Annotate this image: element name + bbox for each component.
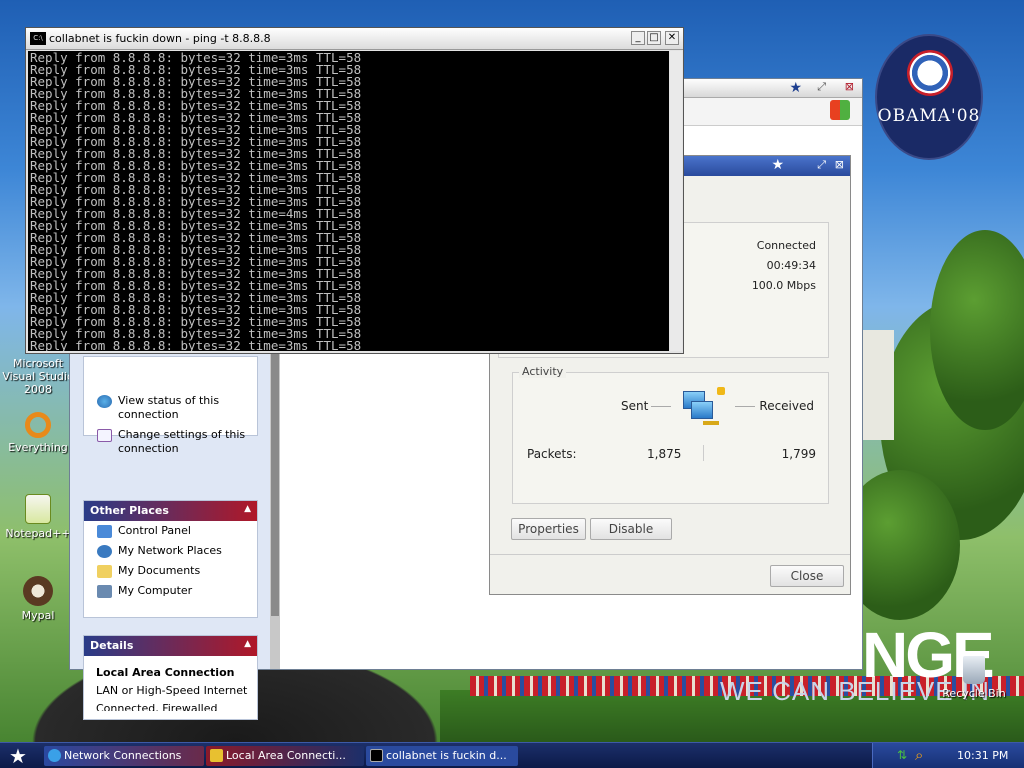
place-label: My Network Places	[118, 544, 222, 557]
everything-search-icon	[25, 412, 51, 438]
connection-speed-value: 100.0 Mbps	[751, 279, 816, 292]
computer-icon	[97, 585, 112, 598]
desktop-icon-recycle-bin[interactable]: Recycle Bin	[938, 656, 1010, 700]
desktop-icon-label: Everything	[8, 441, 68, 454]
taskbar: ★ Network Connections Local Area Connect…	[0, 742, 1024, 768]
network-places-icon	[97, 545, 112, 558]
divider	[490, 554, 850, 555]
white-house-column	[862, 330, 894, 440]
place-label: My Computer	[118, 584, 193, 597]
taskbar-item-label: Local Area Connecti...	[226, 749, 346, 762]
collapse-icon[interactable]: ▲	[244, 639, 251, 649]
star-icon: ★	[771, 157, 784, 173]
campaign-logo-emblem	[907, 50, 953, 96]
taskbar-item-network-connections[interactable]: Network Connections	[44, 746, 204, 766]
disable-button[interactable]: Disable	[590, 518, 672, 540]
notepad-plus-plus-icon	[25, 494, 51, 524]
activity-group: Activity Sent Received Packets: 1,875 1,…	[512, 365, 829, 504]
campaign-logo-text: OBAMA'08	[877, 106, 981, 126]
network-icon	[48, 749, 61, 762]
packets-label: Packets:	[527, 447, 577, 461]
console-scrollbar[interactable]	[670, 51, 682, 351]
divider	[703, 445, 704, 461]
settings-icon	[97, 429, 112, 442]
details-title: Details	[90, 639, 134, 652]
control-panel-icon	[97, 525, 112, 538]
clock[interactable]: 10:31 PM	[957, 749, 1008, 762]
other-places-title: Other Places	[90, 504, 169, 517]
command-prompt-titlebar[interactable]: C:\ collabnet is fuckin down - ping -t 8…	[26, 28, 683, 50]
other-places-header[interactable]: Other Places ▲	[84, 501, 257, 521]
place-my-documents[interactable]: My Documents	[84, 561, 257, 581]
properties-button[interactable]: Properties	[511, 518, 586, 540]
mypal-browser-icon	[23, 576, 53, 606]
details-header[interactable]: Details ▲	[84, 636, 257, 656]
restore-icon[interactable]: ⤢	[817, 80, 826, 94]
details-connection-status: Connected, Firewalled	[96, 702, 218, 711]
task-label: View status of this connection	[118, 394, 220, 421]
place-label: My Documents	[118, 564, 201, 577]
other-places-box: Other Places ▲ Control Panel My Network …	[83, 500, 258, 618]
system-tray: ⇅ ⌕ 10:31 PM	[872, 743, 1024, 768]
desktop-icon-mypal[interactable]: Mypal	[2, 576, 74, 622]
status-icon	[97, 395, 112, 408]
place-my-computer[interactable]: My Computer	[84, 581, 257, 601]
sent-label: Sent	[621, 399, 649, 413]
packets-sent-value: 1,875	[647, 447, 682, 461]
minimize-button[interactable]: _	[631, 31, 645, 45]
taskbar-item-label: Network Connections	[64, 749, 182, 762]
desktop-icon-everything[interactable]: Everything	[2, 412, 74, 454]
desktop-icon-notepad-plus-plus[interactable]: Notepad++	[2, 494, 74, 540]
cmd-icon: C:\	[30, 32, 46, 45]
desktop-icon-label: Recycle Bin	[942, 687, 1006, 700]
taskbar-item-command-prompt[interactable]: collabnet is fuckin d...	[366, 746, 518, 766]
start-button[interactable]: ★	[4, 745, 32, 767]
taskbar-item-label: collabnet is fuckin d...	[386, 749, 507, 762]
task-label: Change settings of this connection	[118, 428, 246, 455]
place-label: Control Panel	[118, 524, 191, 537]
documents-icon	[97, 565, 112, 578]
cmd-icon	[370, 749, 383, 762]
help-icon[interactable]: ⤢	[817, 158, 826, 172]
console-line: Reply from 8.8.8.8: bytes=32 time=3ms TT…	[30, 338, 362, 351]
network-tray-icon[interactable]: ⇅	[897, 748, 909, 762]
close-button[interactable]: Close	[770, 565, 844, 587]
star-icon: ★	[789, 80, 802, 96]
command-prompt-window: C:\ collabnet is fuckin down - ping -t 8…	[25, 27, 684, 354]
task-change-settings[interactable]: Change settings of this connection	[84, 425, 257, 459]
connection-status-value: Connected	[756, 239, 816, 252]
lan-icon	[210, 749, 223, 762]
details-box: Details ▲ Local Area Connection LAN or H…	[83, 635, 258, 720]
recycle-bin-icon	[963, 656, 985, 684]
connection-duration-value: 00:49:34	[766, 259, 816, 272]
details-connection-name: Local Area Connection	[96, 666, 235, 679]
desktop-icon-label: Mypal	[21, 609, 55, 622]
details-connection-type: LAN or High-Speed Internet	[96, 684, 248, 697]
search-tray-icon[interactable]: ⌕	[915, 746, 923, 764]
star-icon: ★	[9, 744, 27, 768]
windows-logo-icon	[830, 100, 850, 120]
close-icon[interactable]: ⊠	[835, 158, 844, 171]
command-prompt-title: collabnet is fuckin down - ping -t 8.8.8…	[49, 32, 271, 45]
divider	[651, 406, 671, 407]
divider	[735, 406, 755, 407]
maximize-button[interactable]: □	[647, 31, 661, 45]
packets-received-value: 1,799	[781, 447, 816, 461]
collapse-icon[interactable]: ▲	[244, 504, 251, 514]
desktop-icon-label: Microsoft Visual Studio 2008	[2, 357, 74, 396]
network-activity-icon	[683, 387, 725, 427]
taskbar-item-local-area-connection[interactable]: Local Area Connecti...	[206, 746, 364, 766]
close-button[interactable]: ✕	[665, 31, 679, 45]
task-view-status[interactable]: View status of this connection	[84, 391, 257, 425]
console-output[interactable]: Reply from 8.8.8.8: bytes=32 time=3ms TT…	[28, 51, 669, 351]
close-icon[interactable]: ⊠	[845, 80, 854, 93]
place-control-panel[interactable]: Control Panel	[84, 521, 257, 541]
network-tasks-box: View status of this connection Change se…	[83, 356, 258, 455]
activity-label: Activity	[519, 365, 567, 378]
received-label: Received	[759, 399, 814, 413]
obama-campaign-logo: OBAMA'08	[875, 34, 983, 160]
place-my-network-places[interactable]: My Network Places	[84, 541, 257, 561]
desktop-icon-label: Notepad++	[5, 527, 71, 540]
